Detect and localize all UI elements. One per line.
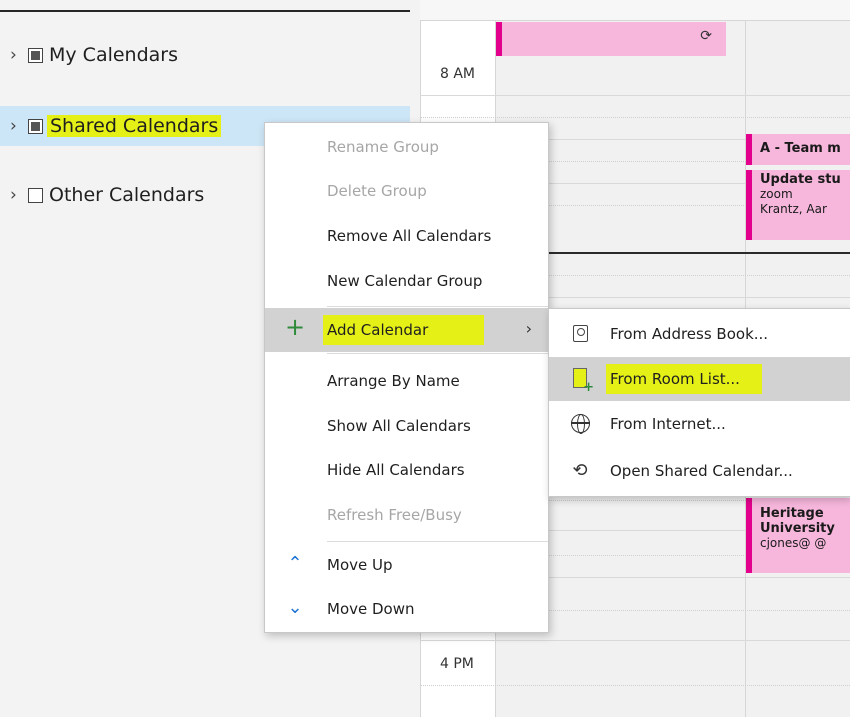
menu-item-new-calendar-group[interactable]: New Calendar Group — [265, 259, 548, 303]
submenu-item-label: From Address Book... — [610, 325, 769, 343]
menu-item-label: Show All Calendars — [327, 417, 471, 435]
menu-item-label: Refresh Free/Busy — [327, 506, 462, 524]
group-label: Other Calendars — [49, 184, 205, 206]
menu-item-rename-group[interactable]: Rename Group — [265, 125, 548, 169]
event-organizer: cjones@ @ — [760, 536, 827, 550]
calendar-event[interactable]: Heritage University cjones@ @ — [746, 498, 850, 573]
event-title: A - Team m — [760, 141, 841, 156]
event-title: Heritage — [760, 506, 824, 521]
shared-calendar-icon: ⟲ — [572, 459, 588, 481]
group-checkbox[interactable] — [28, 187, 43, 203]
chevron-down-icon: ⌄ — [287, 597, 303, 618]
grid-line — [420, 685, 850, 686]
menu-separator — [327, 306, 548, 307]
submenu-item-from-address-book[interactable]: From Address Book... — [549, 312, 850, 356]
group-checkbox[interactable] — [28, 47, 43, 63]
divider — [0, 10, 410, 12]
chevron-right-icon[interactable]: › — [10, 116, 28, 136]
address-book-icon — [569, 322, 591, 344]
chevron-right-icon[interactable]: › — [10, 45, 28, 65]
recurring-icon: ⟳ — [700, 28, 712, 44]
menu-item-arrange-by-name[interactable]: Arrange By Name — [265, 359, 548, 403]
event-location: zoom — [760, 187, 793, 201]
submenu-item-label: From Internet... — [610, 415, 726, 433]
menu-item-label: Hide All Calendars — [327, 461, 465, 479]
event-organizer: Krantz, Aar — [760, 202, 827, 216]
calendar-event[interactable]: ⟳ — [496, 22, 726, 56]
time-label: 8 AM — [440, 66, 476, 82]
add-calendar-submenu: From Address Book... From Room List... F… — [548, 308, 850, 497]
menu-item-add-calendar[interactable]: + Add Calendar › — [265, 308, 548, 352]
all-day-area[interactable] — [420, 0, 850, 21]
context-menu: Rename Group Delete Group Remove All Cal… — [264, 122, 549, 633]
menu-item-label: Delete Group — [327, 182, 427, 200]
menu-item-hide-all-calendars[interactable]: Hide All Calendars — [265, 448, 548, 492]
submenu-item-from-room-list[interactable]: From Room List... — [549, 357, 850, 401]
menu-item-label: New Calendar Group — [327, 272, 483, 290]
menu-item-label: Move Up — [327, 556, 393, 574]
menu-separator — [327, 353, 548, 354]
event-title-line2: University — [760, 521, 835, 536]
globe-icon — [569, 412, 591, 434]
grid-line — [420, 95, 850, 96]
menu-item-label: Add Calendar — [323, 315, 485, 345]
menu-item-label: Move Down — [327, 600, 415, 618]
chevron-up-icon: ⌃ — [287, 553, 303, 574]
grid-line — [420, 117, 850, 118]
menu-item-remove-all-calendars[interactable]: Remove All Calendars — [265, 214, 548, 258]
menu-item-refresh-free-busy[interactable]: Refresh Free/Busy — [265, 493, 548, 537]
menu-item-label: Remove All Calendars — [327, 227, 492, 245]
event-title: Update stu — [760, 172, 841, 187]
time-label: 4 PM — [440, 656, 474, 672]
chevron-right-icon[interactable]: › — [10, 185, 28, 205]
menu-item-delete-group[interactable]: Delete Group — [265, 169, 548, 213]
menu-item-label: Arrange By Name — [327, 372, 460, 390]
menu-separator — [327, 541, 548, 542]
room-list-icon — [569, 367, 594, 395]
submenu-item-label: From Room List... — [606, 364, 762, 394]
calendar-event[interactable]: A - Team m — [746, 134, 850, 165]
submenu-item-label: Open Shared Calendar... — [610, 462, 793, 480]
menu-item-show-all-calendars[interactable]: Show All Calendars — [265, 404, 548, 448]
menu-item-label: Rename Group — [327, 138, 439, 156]
group-my-calendars[interactable]: › My Calendars — [0, 35, 410, 75]
menu-item-move-down[interactable]: ⌄ Move Down — [265, 587, 548, 631]
submenu-item-open-shared-calendar[interactable]: ⟲ Open Shared Calendar... — [549, 449, 850, 493]
group-label: My Calendars — [49, 44, 179, 66]
plus-icon: + — [285, 313, 306, 341]
calendar-event[interactable]: Update stu zoom Krantz, Aar — [746, 170, 850, 240]
group-label: Shared Calendars — [47, 115, 222, 137]
submenu-item-from-internet[interactable]: From Internet... — [549, 402, 850, 446]
chevron-right-icon: › — [525, 319, 532, 338]
group-checkbox[interactable] — [28, 118, 43, 134]
menu-item-move-up[interactable]: ⌃ Move Up — [265, 543, 548, 587]
grid-line — [420, 640, 850, 641]
